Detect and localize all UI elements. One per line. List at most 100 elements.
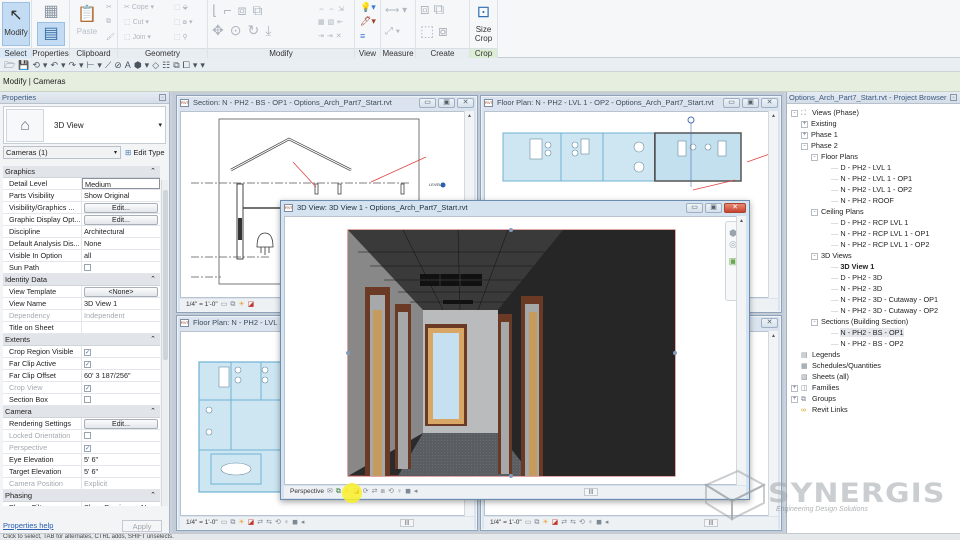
tree-node[interactable]: — N - PH2 - 3D - Cutaway - OP2 bbox=[791, 305, 958, 316]
tree-node[interactable]: + Phase 1 bbox=[791, 129, 958, 140]
view-scale[interactable]: 1/4" = 1'-0" bbox=[186, 519, 218, 526]
property-value[interactable]: Show Previous + N... bbox=[82, 502, 160, 506]
property-edit-button[interactable]: Edit... bbox=[84, 215, 158, 225]
thin-lines-icon[interactable]: ☷ bbox=[162, 60, 173, 70]
hide-element-icon[interactable]: 💡▾ bbox=[360, 2, 376, 13]
rendering-icon[interactable]: ⟳ bbox=[363, 486, 369, 498]
temporary-hide-icon[interactable]: ⟲ bbox=[275, 517, 281, 529]
close-button[interactable]: ✕ bbox=[761, 98, 778, 108]
properties-button[interactable]: ▤ bbox=[37, 22, 65, 46]
collapse-icon[interactable]: - bbox=[811, 319, 818, 326]
checkbox-checked[interactable]: ✓ bbox=[84, 361, 91, 368]
measure-icon[interactable]: ⟋ bbox=[105, 60, 114, 70]
tree-node[interactable]: — D - PH2 - RCP LVL 1 bbox=[791, 217, 958, 228]
detail-level-icon[interactable]: ✉ bbox=[327, 486, 333, 498]
type-selector[interactable]: ⌂ 3D View ▾ bbox=[3, 106, 166, 144]
split-face-icon[interactable]: ⬚ ⧇ ▾ bbox=[174, 18, 192, 27]
tree-node[interactable]: — N - PH2 - LVL 1 - OP2 bbox=[791, 184, 958, 195]
cope-button[interactable]: ✂ Cope ▾ bbox=[124, 3, 154, 11]
close-hidden-icon[interactable]: ⧉ bbox=[173, 60, 182, 70]
analytical-model-icon[interactable]: ◼ bbox=[596, 517, 602, 529]
property-value[interactable]: ✓ bbox=[82, 358, 160, 369]
tree-node[interactable]: -3D Views bbox=[791, 250, 958, 261]
restore-button[interactable]: ▣ bbox=[705, 203, 722, 213]
vertical-scrollbar[interactable]: ▲ bbox=[768, 111, 778, 298]
checkbox-unchecked[interactable] bbox=[84, 264, 91, 271]
shadows-icon[interactable]: ◪ bbox=[248, 517, 255, 529]
reveal-hidden-icon[interactable]: ♀ bbox=[284, 517, 289, 529]
create-parts-icon[interactable]: ⬚⧇ bbox=[420, 22, 452, 40]
shadows-icon[interactable]: ◪ bbox=[552, 517, 559, 529]
show-crop-icon[interactable]: ⧈ bbox=[381, 486, 385, 498]
property-value[interactable]: <None> bbox=[82, 286, 160, 297]
horizontal-scroll-thumb[interactable]: ||| bbox=[584, 488, 598, 496]
property-category[interactable]: Graphics ⌃ bbox=[3, 166, 160, 178]
cut-geometry-button[interactable]: ⬚ Cut ▾ bbox=[124, 18, 149, 26]
tree-node[interactable]: — N - PH2 - RCP LVL 1 - OP1 bbox=[791, 228, 958, 239]
collapse-icon[interactable]: - bbox=[791, 110, 798, 117]
checkbox-checked[interactable]: ✓ bbox=[84, 349, 91, 356]
property-value[interactable]: 5' 6" bbox=[82, 466, 160, 477]
tag-icon[interactable]: ⊘ bbox=[114, 60, 125, 70]
collapse-icon[interactable]: - bbox=[801, 143, 808, 150]
expand-icon[interactable]: + bbox=[791, 385, 798, 392]
visual-style-icon[interactable]: ⧉ bbox=[534, 517, 539, 529]
expand-icon[interactable]: + bbox=[801, 132, 808, 139]
close-button[interactable]: ✕ bbox=[457, 98, 474, 108]
paint-icon[interactable]: ⬚ ⚲ bbox=[174, 33, 188, 41]
collapse-icon[interactable]: ⌃ bbox=[150, 334, 156, 346]
property-category[interactable]: Phasing ⌃ bbox=[3, 490, 160, 502]
tree-node[interactable]: ▧ Sheets (all) bbox=[791, 371, 958, 382]
pin-icon[interactable]: ▫ bbox=[159, 94, 166, 101]
modify-small-icons-row3[interactable]: ⇥⇥✕ bbox=[318, 32, 345, 40]
property-edit-button[interactable]: <None> bbox=[84, 287, 158, 297]
tree-node[interactable]: ▦ Schedules/Quantities bbox=[791, 360, 958, 371]
sun-path-icon[interactable]: ☀ bbox=[542, 517, 548, 529]
tree-node[interactable]: ▤ Legends bbox=[791, 349, 958, 360]
close-button[interactable]: ✕ bbox=[761, 318, 778, 328]
expand-icon[interactable]: + bbox=[791, 396, 798, 403]
text-icon[interactable]: A bbox=[125, 60, 134, 70]
sun-path-icon[interactable]: ☀ bbox=[238, 517, 244, 529]
analytical-model-icon[interactable]: ◼ bbox=[292, 517, 298, 529]
tree-node[interactable]: — D - PH2 - LVL 1 bbox=[791, 162, 958, 173]
size-crop-button[interactable]: ⊡ Size Crop bbox=[470, 2, 497, 46]
collapse-icon[interactable]: - bbox=[811, 154, 818, 161]
visual-style-icon[interactable]: ⧉ bbox=[336, 486, 341, 498]
tree-node[interactable]: — N - PH2 - BS - OP2 bbox=[791, 338, 958, 349]
sun-path-icon[interactable]: ☀ bbox=[238, 299, 244, 311]
reveal-hidden-icon[interactable]: ♀ bbox=[588, 517, 593, 529]
3d-view-icon[interactable]: ⬢▾ bbox=[134, 60, 152, 70]
open-icon[interactable]: 🗁 bbox=[4, 60, 18, 70]
scroll-left-icon[interactable]: ◂ bbox=[301, 517, 305, 529]
property-value[interactable]: Show Original bbox=[82, 190, 160, 201]
restore-button[interactable]: ▣ bbox=[438, 98, 455, 108]
temporary-hide-icon[interactable]: ⟲ bbox=[579, 517, 585, 529]
property-value[interactable]: 5' 6" bbox=[82, 454, 160, 465]
crop-view-icon[interactable]: ⇄ bbox=[257, 517, 263, 529]
property-value[interactable]: Medium bbox=[82, 178, 160, 189]
view-scale[interactable]: 1/4" = 1'-0" bbox=[186, 301, 218, 308]
override-graphics-icon[interactable]: 🖊▾ bbox=[360, 16, 376, 27]
properties-scrollbar[interactable] bbox=[161, 180, 168, 506]
restore-button[interactable]: ▣ bbox=[742, 98, 759, 108]
crop-view-icon[interactable]: ⇄ bbox=[561, 517, 567, 529]
detail-level-icon[interactable]: ▭ bbox=[221, 299, 228, 311]
collapse-icon[interactable]: ⌃ bbox=[150, 490, 156, 502]
measure-between-icon[interactable]: ⟷ ▾ bbox=[385, 5, 407, 16]
vertical-scrollbar[interactable]: ▲ bbox=[768, 331, 778, 516]
vertical-scrollbar[interactable]: ▲ bbox=[736, 216, 746, 485]
tree-node[interactable]: + ⧉ Groups bbox=[791, 393, 958, 404]
3d-view-window[interactable]: RVT 3D View: 3D View 1 - Options_Arch_Par… bbox=[280, 200, 750, 500]
property-value[interactable]: Edit... bbox=[82, 202, 160, 213]
sync-icon[interactable]: ⟲▾ bbox=[32, 60, 50, 70]
properties-help-link[interactable]: Properties help bbox=[3, 521, 53, 530]
move-copy-rotate-icons[interactable]: ✥⊙↻⤓ bbox=[212, 22, 277, 39]
match-properties-icon[interactable]: 🖌 bbox=[106, 33, 115, 41]
property-value[interactable]: all bbox=[82, 250, 160, 261]
show-crop-icon[interactable]: ⇆ bbox=[570, 517, 576, 529]
modify-button[interactable]: ↖ Modify bbox=[2, 2, 30, 46]
scroll-left-icon[interactable]: ◂ bbox=[414, 486, 418, 498]
view-scale[interactable]: 1/4" = 1'-0" bbox=[490, 519, 522, 526]
visual-style-icon[interactable]: ⧉ bbox=[230, 517, 235, 529]
